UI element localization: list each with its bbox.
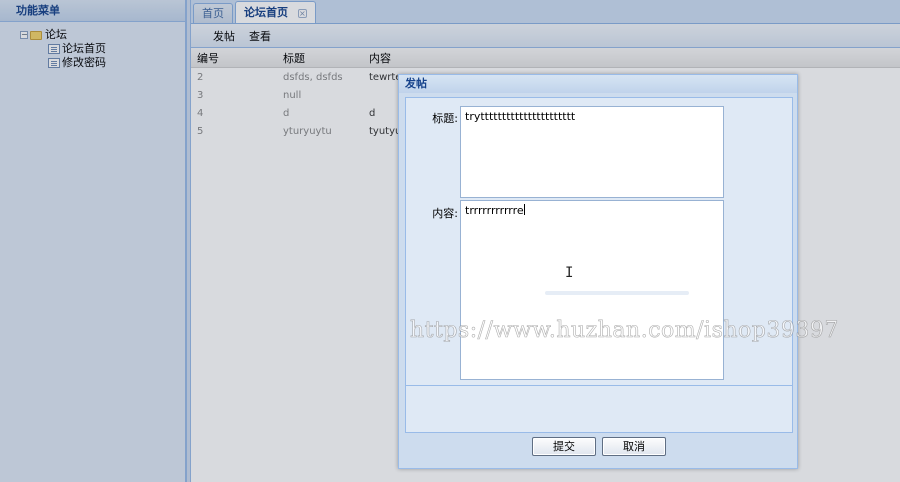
post-dialog: 发帖 标题: trytttttttttttttttttttttt 内容: trr… (398, 74, 798, 469)
cancel-button[interactable]: 取消 (602, 437, 666, 456)
dialog-button-bar: 提交 取消 (399, 437, 799, 463)
dialog-footer-panel (405, 385, 793, 433)
content-textarea-value: trrrrrrrrrrre (465, 204, 524, 217)
content-textarea[interactable]: trrrrrrrrrrre I (460, 200, 724, 380)
title-input-value: trytttttttttttttttttttttt (465, 110, 576, 123)
watermark-text: https://www.huzhan.com/ishop39397 (410, 318, 839, 344)
content-field-label: 内容: (432, 207, 458, 220)
dialog-title[interactable]: 发帖 (399, 75, 797, 93)
text-caret (523, 204, 525, 215)
submit-button[interactable]: 提交 (532, 437, 596, 456)
dialog-form: 标题: trytttttttttttttttttttttt 内容: trrrrr… (405, 97, 793, 409)
title-input[interactable]: trytttttttttttttttttttttt (460, 106, 724, 198)
title-field-label: 标题: (432, 112, 458, 125)
drag-hint (545, 291, 689, 295)
text-cursor-icon: I (565, 265, 574, 281)
